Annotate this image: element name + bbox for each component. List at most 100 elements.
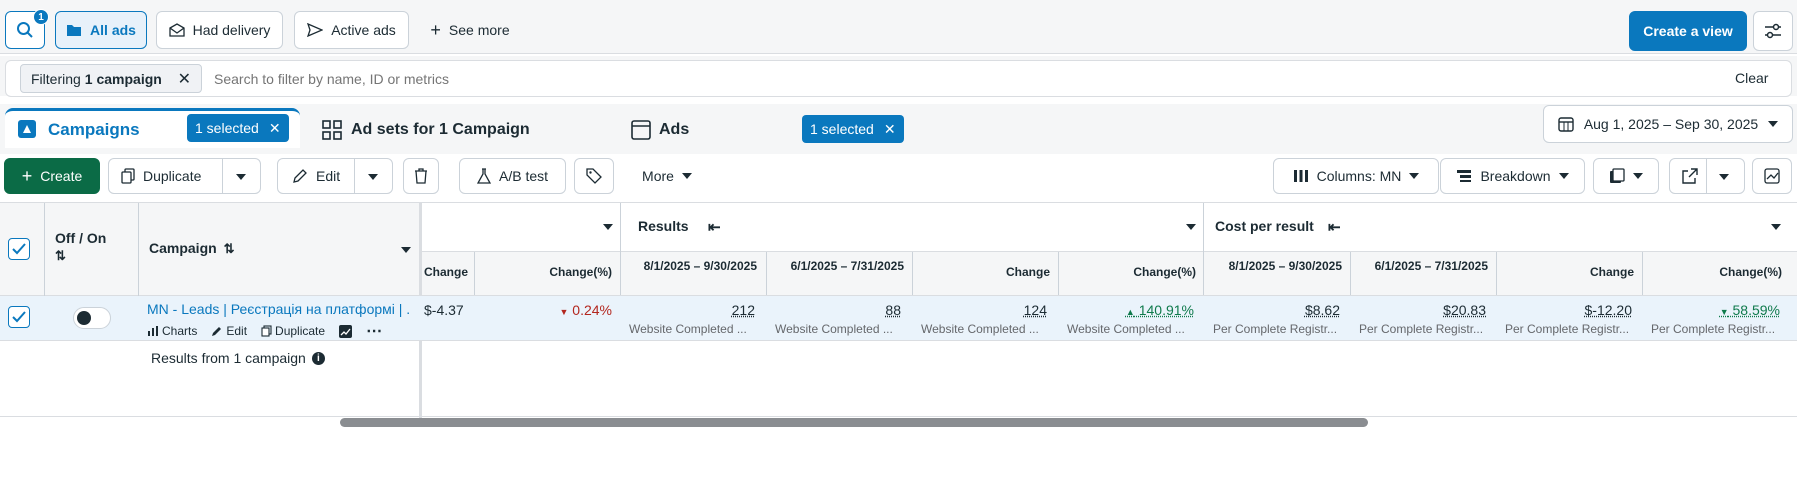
col-divider	[474, 252, 475, 295]
col-divider	[1496, 252, 1497, 295]
filter-search-input[interactable]	[214, 66, 1214, 91]
campaigns-selected-pill[interactable]: 1 selected ✕	[187, 114, 289, 142]
col-divider	[766, 252, 767, 295]
chevron-down-icon	[1409, 173, 1420, 179]
sort-icon: ⇅	[55, 248, 66, 263]
cell-cost-change[interactable]: $-12.20	[1500, 302, 1632, 318]
row-duplicate-action[interactable]: Duplicate	[261, 324, 325, 338]
more-label: More	[642, 168, 674, 184]
see-more-button[interactable]: + See more	[420, 11, 520, 49]
pencil-icon	[292, 168, 308, 184]
cell-results-change-pct[interactable]: ▲ 140.91%	[1062, 302, 1194, 318]
col-header-campaign[interactable]: Campaign ⇅	[149, 240, 234, 257]
view-label: All ads	[90, 22, 136, 38]
breakdown-icon	[1456, 169, 1472, 183]
subheader-period-a[interactable]: 8/1/2025 – 9/30/2025	[625, 259, 757, 274]
more-options-icon[interactable]: ⋯	[366, 321, 383, 341]
calendar-icon	[1558, 116, 1574, 132]
chevron-down-icon[interactable]	[401, 247, 411, 253]
subheader-change-pct[interactable]: Change(%)	[1646, 265, 1782, 280]
folder-icon	[66, 23, 82, 37]
send-icon	[307, 23, 324, 37]
toggle-knob	[77, 311, 91, 325]
cell-results-a[interactable]: 212	[625, 302, 755, 318]
cell-results-change[interactable]: 124	[916, 302, 1047, 318]
group-header-results[interactable]: Results	[638, 218, 689, 234]
horizontal-scrollbar-thumb[interactable]	[340, 418, 1368, 427]
view-had-delivery[interactable]: Had delivery	[156, 11, 283, 49]
chevron-down-icon[interactable]	[236, 174, 246, 180]
info-icon[interactable]: i	[311, 351, 325, 365]
subheader-change[interactable]: Change	[916, 265, 1050, 280]
create-button[interactable]: + Create	[4, 158, 100, 194]
split-divider	[222, 158, 223, 194]
subheader-change[interactable]: Change	[420, 265, 468, 280]
split-divider	[1706, 158, 1707, 194]
pct-value: 140.91%	[1138, 302, 1194, 318]
reports-button[interactable]	[1593, 158, 1659, 194]
tab-ads-label: Ads	[659, 121, 690, 138]
cell-cost-b[interactable]: $20.83	[1354, 302, 1486, 318]
row-edit-action[interactable]: Edit	[211, 324, 247, 338]
chevron-down-icon[interactable]	[1719, 174, 1729, 180]
envelope-icon	[168, 23, 185, 37]
chevron-down-icon[interactable]	[1186, 224, 1196, 230]
campaign-name-link[interactable]: MN - Leads | Реєстрація на платформі | .…	[147, 301, 409, 317]
ab-test-button[interactable]: A/B test	[459, 158, 566, 194]
up-triangle-icon: ▲	[1125, 307, 1135, 317]
more-button[interactable]: More	[627, 158, 707, 194]
select-all-checkbox[interactable]	[8, 238, 30, 260]
cell-cost-a[interactable]: $8.62	[1208, 302, 1340, 318]
col-divider	[1058, 252, 1059, 295]
chevron-down-icon[interactable]	[603, 224, 613, 230]
row-checkbox[interactable]	[8, 306, 30, 328]
table-bottom-border	[0, 416, 1797, 417]
export-button[interactable]	[1669, 158, 1745, 194]
subheader-period-a[interactable]: 8/1/2025 – 9/30/2025	[1208, 259, 1342, 274]
create-view-button[interactable]: Create a view	[1629, 11, 1747, 51]
view-all-ads[interactable]: All ads	[55, 11, 147, 49]
see-more-label: See more	[448, 22, 510, 38]
collapse-left-icon[interactable]: ⇤	[1328, 218, 1341, 236]
subheader-period-b[interactable]: 6/1/2025 – 7/31/2025	[1354, 259, 1488, 274]
search-badge: 1	[33, 9, 49, 25]
cell-results-b[interactable]: 88	[770, 302, 901, 318]
sliders-icon	[1764, 23, 1782, 39]
subheader-change-pct[interactable]: Change(%)	[1062, 265, 1196, 280]
subheader-change-pct[interactable]: Change(%)	[480, 265, 612, 280]
clear-filter-link[interactable]: Clear	[1735, 70, 1768, 86]
delete-button[interactable]	[403, 158, 439, 194]
campaign-toggle[interactable]	[73, 307, 111, 329]
ad-icon	[631, 120, 651, 140]
collapse-left-icon[interactable]: ⇤	[708, 218, 721, 236]
ads-selected-pill[interactable]: 1 selected ✕	[802, 115, 904, 143]
filter-chip[interactable]: Filtering 1 campaign ✕	[20, 64, 202, 93]
subheader-change[interactable]: Change	[1500, 265, 1634, 280]
group-header-cost[interactable]: Cost per result	[1215, 218, 1314, 234]
adsets-grid-icon	[322, 120, 342, 140]
col-header-offon[interactable]: Off / On ⇅	[55, 229, 106, 265]
cell-cost-change-pct[interactable]: ▼ 58.59%	[1646, 302, 1780, 318]
chevron-down-icon[interactable]	[368, 174, 378, 180]
selected-label: 1 selected	[810, 121, 874, 137]
charts-toggle-button[interactable]	[1752, 158, 1792, 194]
close-icon[interactable]: ✕	[178, 69, 191, 89]
breakdown-button[interactable]: Breakdown	[1440, 158, 1585, 194]
chevron-down-icon[interactable]	[1771, 224, 1781, 230]
selected-label: 1 selected	[195, 120, 259, 136]
cell-results-a-label: Website Completed ...	[629, 322, 747, 336]
tag-icon	[586, 168, 602, 184]
row-charts-action[interactable]: Charts	[147, 324, 197, 338]
close-icon[interactable]: ✕	[269, 120, 281, 137]
tag-button[interactable]	[574, 158, 614, 194]
settings-sliders-button[interactable]	[1753, 11, 1793, 51]
trend-icon[interactable]	[339, 324, 353, 338]
cell-cost-change-pct-label: Per Complete Registr...	[1651, 322, 1776, 336]
close-icon[interactable]: ✕	[884, 121, 896, 138]
subheader-period-b[interactable]: 6/1/2025 – 7/31/2025	[770, 259, 904, 274]
view-active-ads[interactable]: Active ads	[294, 11, 409, 49]
campaign-header-label: Campaign	[149, 240, 217, 256]
date-range-picker[interactable]: Aug 1, 2025 – Sep 30, 2025	[1543, 105, 1793, 143]
columns-button[interactable]: Columns: MN	[1273, 158, 1439, 194]
tab-adsets-label: Ad sets for 1 Campaign	[351, 121, 530, 138]
